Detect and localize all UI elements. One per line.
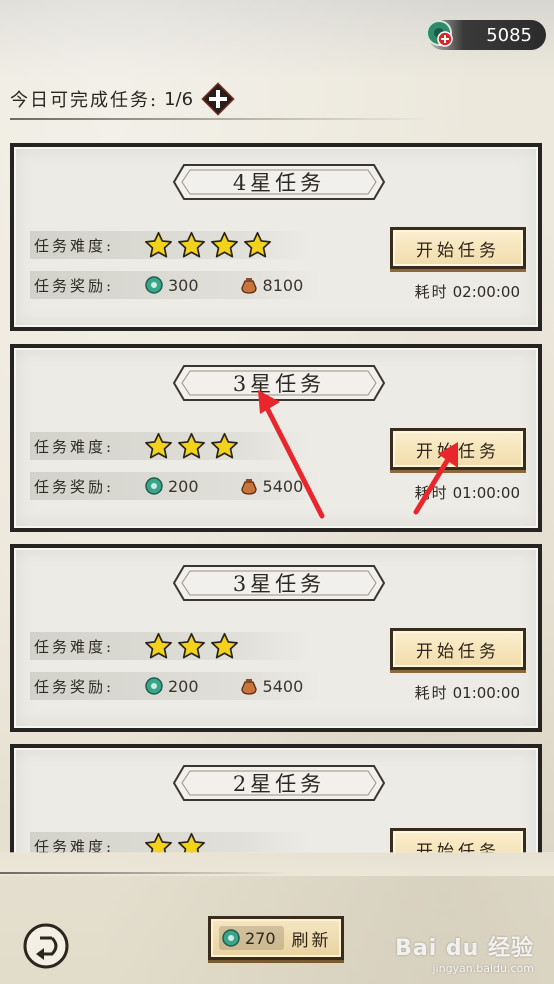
jade-icon <box>145 677 163 695</box>
refresh-cost-value: 270 <box>245 928 276 948</box>
reward-label: 任务奖励: <box>34 477 115 496</box>
coin-pouch-icon <box>240 278 257 294</box>
difficulty-stars <box>144 632 239 661</box>
coin-pouch-icon <box>240 679 257 695</box>
mission-title-plaque: 2星任务 <box>170 762 388 804</box>
coin-reward: 8100 <box>262 275 304 295</box>
start-mission-button[interactable]: 开始任务 <box>390 828 526 853</box>
start-mission-button[interactable]: 开始任务 <box>390 227 526 269</box>
difficulty-row: 任务难度: <box>30 432 310 460</box>
reward-values: 200 5400 <box>144 476 303 496</box>
coin-reward: 5400 <box>262 676 304 696</box>
star-icon <box>211 432 238 458</box>
time-value: 01:00:00 <box>452 484 520 502</box>
mission-title: 2星任务 <box>232 772 326 796</box>
time-cost: 耗时 01:00:00 <box>415 682 520 703</box>
mission-title: 4星任务 <box>232 171 326 195</box>
jade-reward: 200 <box>168 476 199 496</box>
star-icon <box>211 231 238 257</box>
jade-reward: 200 <box>168 676 199 696</box>
star-icon <box>178 231 205 257</box>
time-label: 耗时 <box>414 484 449 502</box>
reward-values: 200 5400 <box>144 676 303 696</box>
divider <box>10 118 430 120</box>
jade-icon <box>222 929 240 947</box>
coin-pouch-icon <box>240 479 257 495</box>
time-value: 01:00:00 <box>452 684 520 702</box>
add-attempts-icon[interactable] <box>201 82 235 116</box>
difficulty-row: 任务难度: <box>30 231 310 259</box>
reward-label: 任务奖励: <box>34 677 115 696</box>
reward-values: 300 8100 <box>144 275 303 295</box>
reward-row: 任务奖励: 200 5400 <box>30 672 320 700</box>
mission-list[interactable]: 4星任务 任务难度: 任务奖励: 300 8100 开始任务 耗时 02:00:0… <box>10 143 542 853</box>
reward-label: 任务奖励: <box>34 276 115 295</box>
mission-title: 3星任务 <box>232 572 326 596</box>
start-mission-button[interactable]: 开始任务 <box>390 628 526 670</box>
jade-icon <box>145 477 163 495</box>
star-icon <box>178 432 205 458</box>
difficulty-label: 任务难度: <box>34 437 115 456</box>
daily-label: 今日可完成任务: <box>10 90 159 111</box>
divider <box>0 872 290 874</box>
start-mission-button[interactable]: 开始任务 <box>390 428 526 470</box>
star-icon <box>211 632 238 658</box>
watermark-url: jingyan.baidu.com <box>432 962 534 975</box>
time-label: 耗时 <box>414 684 449 702</box>
mission-title-plaque: 3星任务 <box>170 362 388 404</box>
jade-currency-icon <box>426 20 453 47</box>
star-icon <box>244 231 271 257</box>
jade-reward: 300 <box>168 275 199 295</box>
daily-missions: 今日可完成任务: 1/6 <box>10 82 235 116</box>
watermark: Bai du 经验 jingyan.baidu.com <box>395 930 534 975</box>
mission-card: 2星任务 任务难度: 开始任务 <box>10 744 542 853</box>
difficulty-stars <box>144 231 272 260</box>
difficulty-row: 任务难度: <box>30 832 310 853</box>
watermark-brand: Bai du 经验 <box>395 936 534 961</box>
time-cost: 耗时 02:00:00 <box>415 281 520 302</box>
difficulty-stars <box>144 832 206 853</box>
mission-card: 4星任务 任务难度: 任务奖励: 300 8100 开始任务 耗时 02:00:0… <box>10 143 542 331</box>
mission-title-plaque: 4星任务 <box>170 161 388 203</box>
reward-row: 任务奖励: 300 8100 <box>30 271 320 299</box>
jade-icon <box>145 276 163 294</box>
star-icon <box>178 832 205 853</box>
star-icon <box>178 632 205 658</box>
difficulty-row: 任务难度: <box>30 632 310 660</box>
difficulty-label: 任务难度: <box>34 637 115 656</box>
refresh-cost: 270 <box>219 926 284 950</box>
star-icon <box>145 832 172 853</box>
difficulty-stars <box>144 432 239 461</box>
difficulty-label: 任务难度: <box>34 837 115 854</box>
reward-row: 任务奖励: 200 5400 <box>30 472 320 500</box>
mission-card: 3星任务 任务难度: 任务奖励: 200 5400 开始任务 耗时 01:00:0… <box>10 544 542 732</box>
mission-card: 3星任务 任务难度: 任务奖励: 200 5400 开始任务 耗时 01:00:0… <box>10 344 542 532</box>
star-icon <box>145 432 172 458</box>
refresh-button[interactable]: 270 刷新 <box>208 916 344 960</box>
time-label: 耗时 <box>414 283 449 301</box>
time-cost: 耗时 01:00:00 <box>415 482 520 503</box>
star-icon <box>145 231 172 257</box>
coin-reward: 5400 <box>262 476 304 496</box>
time-value: 02:00:00 <box>452 283 520 301</box>
refresh-label: 刷新 <box>291 930 332 951</box>
mission-title: 3星任务 <box>232 372 326 396</box>
daily-count: 1/6 <box>164 88 194 110</box>
difficulty-label: 任务难度: <box>34 236 115 255</box>
mission-title-plaque: 3星任务 <box>170 562 388 604</box>
currency-bar[interactable]: 5085 <box>426 20 546 50</box>
back-arrow-icon[interactable] <box>22 922 70 970</box>
star-icon <box>145 632 172 658</box>
currency-value: 5085 <box>486 24 532 46</box>
